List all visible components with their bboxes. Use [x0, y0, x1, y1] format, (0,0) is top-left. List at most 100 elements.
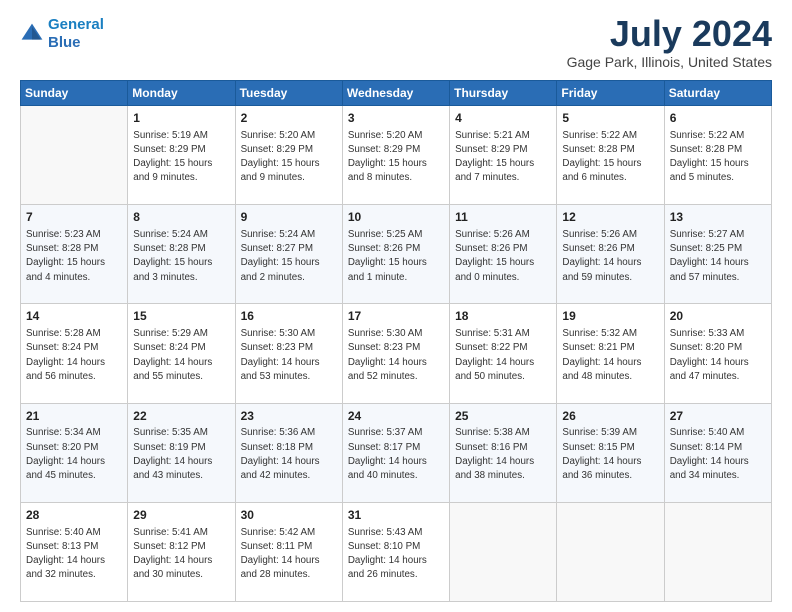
day-number: 17 — [348, 308, 444, 325]
day-info: Sunrise: 5:19 AM Sunset: 8:29 PM Dayligh… — [133, 129, 229, 186]
weekday-header-wednesday: Wednesday — [342, 81, 449, 106]
day-info: Sunrise: 5:23 AM Sunset: 8:28 PM Dayligh… — [26, 228, 122, 285]
calendar-week-3: 14 Sunrise: 5:28 AM Sunset: 8:24 PM Dayli… — [21, 304, 772, 403]
day-info: Sunrise: 5:33 AM Sunset: 8:20 PM Dayligh… — [670, 327, 766, 384]
calendar: SundayMondayTuesdayWednesdayThursdayFrid… — [20, 80, 772, 602]
day-info: Sunrise: 5:30 AM Sunset: 8:23 PM Dayligh… — [348, 327, 444, 384]
logo-text: General Blue — [48, 16, 104, 52]
month-title: July 2024 — [567, 16, 772, 52]
day-number: 12 — [562, 209, 658, 226]
day-info: Sunrise: 5:34 AM Sunset: 8:20 PM Dayligh… — [26, 426, 122, 483]
logo: General Blue — [20, 16, 104, 52]
day-info: Sunrise: 5:36 AM Sunset: 8:18 PM Dayligh… — [241, 426, 337, 483]
day-number: 26 — [562, 408, 658, 425]
calendar-cell: 24Sunrise: 5:37 AM Sunset: 8:17 PM Dayli… — [342, 403, 449, 502]
calendar-week-1: 1Sunrise: 5:19 AM Sunset: 8:29 PM Daylig… — [21, 106, 772, 205]
day-number: 10 — [348, 209, 444, 226]
day-info: Sunrise: 5:28 AM Sunset: 8:24 PM Dayligh… — [26, 327, 122, 384]
calendar-cell: 20 Sunrise: 5:33 AM Sunset: 8:20 PM Dayli… — [664, 304, 771, 403]
day-info: Sunrise: 5:40 AM Sunset: 8:14 PM Dayligh… — [670, 426, 766, 483]
day-info: Sunrise: 5:41 AM Sunset: 8:12 PM Dayligh… — [133, 526, 229, 583]
day-info: Sunrise: 5:39 AM Sunset: 8:15 PM Dayligh… — [562, 426, 658, 483]
day-info: Sunrise: 5:43 AM Sunset: 8:10 PM Dayligh… — [348, 526, 444, 583]
day-info: Sunrise: 5:26 AM Sunset: 8:26 PM Dayligh… — [455, 228, 551, 285]
calendar-cell: 1Sunrise: 5:19 AM Sunset: 8:29 PM Daylig… — [128, 106, 235, 205]
title-block: July 2024 Gage Park, Illinois, United St… — [567, 16, 772, 70]
calendar-week-4: 21Sunrise: 5:34 AM Sunset: 8:20 PM Dayli… — [21, 403, 772, 502]
calendar-cell: 16Sunrise: 5:30 AM Sunset: 8:23 PM Dayli… — [235, 304, 342, 403]
day-number: 5 — [562, 110, 658, 127]
calendar-cell: 17 Sunrise: 5:30 AM Sunset: 8:23 PM Dayli… — [342, 304, 449, 403]
calendar-cell: 7 Sunrise: 5:23 AM Sunset: 8:28 PM Daylig… — [21, 205, 128, 304]
calendar-cell: 21Sunrise: 5:34 AM Sunset: 8:20 PM Dayli… — [21, 403, 128, 502]
day-info: Sunrise: 5:42 AM Sunset: 8:11 PM Dayligh… — [241, 526, 337, 583]
calendar-cell: 6 Sunrise: 5:22 AM Sunset: 8:28 PM Daylig… — [664, 106, 771, 205]
calendar-cell: 2 Sunrise: 5:20 AM Sunset: 8:29 PM Daylig… — [235, 106, 342, 205]
weekday-header-tuesday: Tuesday — [235, 81, 342, 106]
calendar-cell: 5 Sunrise: 5:22 AM Sunset: 8:28 PM Daylig… — [557, 106, 664, 205]
logo-icon — [20, 22, 44, 46]
day-number: 7 — [26, 209, 122, 226]
day-number: 8 — [133, 209, 229, 226]
day-number: 28 — [26, 507, 122, 524]
day-number: 30 — [241, 507, 337, 524]
calendar-cell — [21, 106, 128, 205]
day-number: 25 — [455, 408, 551, 425]
calendar-cell: 11 Sunrise: 5:26 AM Sunset: 8:26 PM Dayli… — [450, 205, 557, 304]
calendar-week-2: 7 Sunrise: 5:23 AM Sunset: 8:28 PM Daylig… — [21, 205, 772, 304]
calendar-cell: 19 Sunrise: 5:32 AM Sunset: 8:21 PM Dayli… — [557, 304, 664, 403]
calendar-cell: 9 Sunrise: 5:24 AM Sunset: 8:27 PM Daylig… — [235, 205, 342, 304]
calendar-cell: 12 Sunrise: 5:26 AM Sunset: 8:26 PM Dayli… — [557, 205, 664, 304]
day-info: Sunrise: 5:20 AM Sunset: 8:29 PM Dayligh… — [241, 129, 337, 186]
calendar-cell — [557, 502, 664, 601]
day-info: Sunrise: 5:32 AM Sunset: 8:21 PM Dayligh… — [562, 327, 658, 384]
calendar-cell: 23Sunrise: 5:36 AM Sunset: 8:18 PM Dayli… — [235, 403, 342, 502]
day-number: 14 — [26, 308, 122, 325]
weekday-header-monday: Monday — [128, 81, 235, 106]
day-number: 24 — [348, 408, 444, 425]
calendar-cell: 15 Sunrise: 5:29 AM Sunset: 8:24 PM Dayli… — [128, 304, 235, 403]
day-number: 4 — [455, 110, 551, 127]
day-info: Sunrise: 5:35 AM Sunset: 8:19 PM Dayligh… — [133, 426, 229, 483]
day-number: 21 — [26, 408, 122, 425]
day-info: Sunrise: 5:26 AM Sunset: 8:26 PM Dayligh… — [562, 228, 658, 285]
calendar-week-5: 28Sunrise: 5:40 AM Sunset: 8:13 PM Dayli… — [21, 502, 772, 601]
day-info: Sunrise: 5:27 AM Sunset: 8:25 PM Dayligh… — [670, 228, 766, 285]
day-number: 15 — [133, 308, 229, 325]
weekday-header-saturday: Saturday — [664, 81, 771, 106]
day-number: 20 — [670, 308, 766, 325]
calendar-cell: 29Sunrise: 5:41 AM Sunset: 8:12 PM Dayli… — [128, 502, 235, 601]
calendar-cell: 13Sunrise: 5:27 AM Sunset: 8:25 PM Dayli… — [664, 205, 771, 304]
calendar-cell: 14 Sunrise: 5:28 AM Sunset: 8:24 PM Dayli… — [21, 304, 128, 403]
weekday-header-friday: Friday — [557, 81, 664, 106]
calendar-cell — [450, 502, 557, 601]
day-info: Sunrise: 5:22 AM Sunset: 8:28 PM Dayligh… — [562, 129, 658, 186]
day-info: Sunrise: 5:25 AM Sunset: 8:26 PM Dayligh… — [348, 228, 444, 285]
day-number: 27 — [670, 408, 766, 425]
calendar-cell: 31 Sunrise: 5:43 AM Sunset: 8:10 PM Dayli… — [342, 502, 449, 601]
day-info: Sunrise: 5:31 AM Sunset: 8:22 PM Dayligh… — [455, 327, 551, 384]
day-number: 19 — [562, 308, 658, 325]
day-info: Sunrise: 5:22 AM Sunset: 8:28 PM Dayligh… — [670, 129, 766, 186]
calendar-cell: 28Sunrise: 5:40 AM Sunset: 8:13 PM Dayli… — [21, 502, 128, 601]
day-info: Sunrise: 5:24 AM Sunset: 8:27 PM Dayligh… — [241, 228, 337, 285]
weekday-header-thursday: Thursday — [450, 81, 557, 106]
logo-line2: Blue — [48, 34, 81, 51]
day-number: 31 — [348, 507, 444, 524]
day-number: 6 — [670, 110, 766, 127]
header: General Blue July 2024 Gage Park, Illino… — [20, 16, 772, 70]
day-number: 9 — [241, 209, 337, 226]
calendar-cell: 22Sunrise: 5:35 AM Sunset: 8:19 PM Dayli… — [128, 403, 235, 502]
day-info: Sunrise: 5:29 AM Sunset: 8:24 PM Dayligh… — [133, 327, 229, 384]
day-number: 23 — [241, 408, 337, 425]
weekday-header-sunday: Sunday — [21, 81, 128, 106]
calendar-cell: 25Sunrise: 5:38 AM Sunset: 8:16 PM Dayli… — [450, 403, 557, 502]
calendar-cell: 30 Sunrise: 5:42 AM Sunset: 8:11 PM Dayli… — [235, 502, 342, 601]
page: General Blue July 2024 Gage Park, Illino… — [0, 0, 792, 612]
day-number: 3 — [348, 110, 444, 127]
logo-line1: General — [48, 16, 104, 33]
day-info: Sunrise: 5:20 AM Sunset: 8:29 PM Dayligh… — [348, 129, 444, 186]
day-number: 11 — [455, 209, 551, 226]
day-number: 2 — [241, 110, 337, 127]
day-number: 16 — [241, 308, 337, 325]
